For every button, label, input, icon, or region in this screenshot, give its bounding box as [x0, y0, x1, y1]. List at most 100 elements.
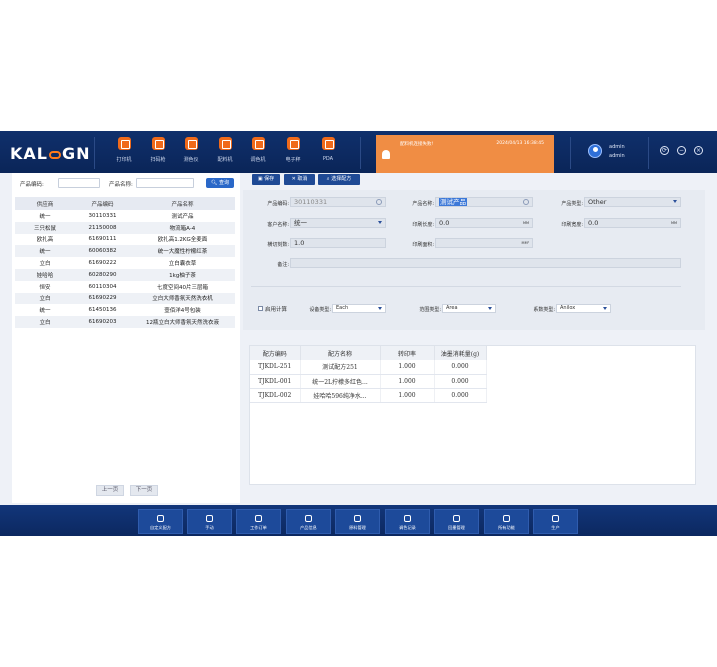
range-type-select[interactable]: Area — [442, 304, 496, 313]
product-type-label: 产品类型: — [561, 201, 583, 207]
topnav-printer[interactable]: 打印机 — [106, 137, 142, 163]
enable-calc-checkbox[interactable] — [258, 306, 263, 311]
scanner-icon — [151, 137, 165, 150]
refresh-icon[interactable]: ⟳ — [660, 146, 669, 155]
column-header: 油墨消耗量(g) — [434, 346, 487, 360]
column-header: 配方名称 — [300, 346, 381, 360]
divider — [94, 137, 95, 169]
search-icon: ⌕ — [326, 176, 330, 182]
table-header: 供应商 产品编码 产品名称 — [15, 197, 235, 210]
customer-select[interactable]: 统一 — [290, 218, 386, 228]
cut-count-label: 横切刻数: — [267, 242, 289, 248]
table-row[interactable]: 统一 60060382 统一大魔性柠檬红茶 — [15, 245, 235, 258]
table-row[interactable]: 统一 30110331 测试产品 — [15, 210, 235, 222]
table-row[interactable]: TJKDL-002 娃哈哈596纯净水... 1.000 0.000 — [250, 388, 487, 403]
column-header: 产品编码 — [75, 197, 130, 210]
user-role: admin — [609, 153, 625, 159]
minimize-icon[interactable]: − — [677, 146, 686, 155]
cancel-button[interactable]: ✕ 取消 — [284, 174, 315, 185]
avatar[interactable] — [588, 144, 602, 158]
table-row[interactable]: 统一 61450136 壹佰洋4号包装 — [15, 304, 235, 316]
product-name-search-input[interactable] — [136, 178, 194, 188]
lookup-icon — [523, 199, 529, 205]
divider — [251, 286, 681, 287]
remark-field[interactable] — [290, 258, 681, 268]
table-row[interactable]: 立白 61690203 12瓶立白大师香氛天然洗衣液 — [15, 316, 235, 328]
cut-count-field[interactable]: 1.0 — [290, 238, 386, 248]
topnav-tinter[interactable]: 调色机 — [240, 137, 276, 163]
product-code-label: 产品编码: — [267, 201, 289, 207]
enable-calc-label: 启用计算 — [265, 307, 288, 313]
pda-icon — [321, 137, 335, 150]
topnav-scanner[interactable]: 扫码枪 — [140, 137, 176, 163]
print-area-field[interactable]: MM² — [435, 238, 533, 248]
column-header: 转印率 — [380, 346, 435, 360]
nav-material[interactable]: 原料管理 — [335, 509, 380, 534]
product-form: 产品编码: 30110331 产品名称: 测试产品 产品类型: Other 客户… — [243, 190, 705, 330]
nav-ink-return[interactable]: 回墨管理 — [434, 509, 479, 534]
notification-banner[interactable]: 配料机连接失败! 2024/04/13 16:38:45 — [376, 135, 554, 175]
recipe-list: 配方编码 配方名称 转印率 油墨消耗量(g) TJKDL-251 测试配方251 1… — [249, 345, 696, 485]
product-name-field[interactable]: 测试产品 — [435, 197, 533, 207]
product-type-select[interactable]: Other — [584, 197, 681, 207]
table-row[interactable]: 立白 61690229 立白大师香氛天然洗衣机 — [15, 292, 235, 305]
nav-custom-recipe[interactable]: 自定义配方 — [138, 509, 183, 534]
customer-label: 客户名称: — [267, 222, 289, 228]
table-row[interactable]: 立白 61690222 立白囊衣草 — [15, 257, 235, 269]
save-button[interactable]: ▣ 保存 — [252, 174, 280, 185]
nav-all-functions[interactable]: 所有功能 — [484, 509, 529, 534]
select-recipe-button[interactable]: ⌕ 选择配方 — [318, 174, 360, 185]
topnav-scale[interactable]: 电子秤 — [275, 137, 311, 163]
notification-title: 配料机连接失败! — [400, 142, 434, 147]
topnav-pda[interactable]: PDA — [310, 137, 346, 162]
nav-product-info[interactable]: 产品信息 — [286, 509, 331, 534]
nav-production[interactable]: 生产 — [533, 509, 578, 534]
table-row[interactable]: 欧扎高 61690111 欧扎高1.2KG全麦面 — [15, 234, 235, 246]
table-row[interactable]: TJKDL-001 统一2L拧檬多红色... 1.000 0.000 — [250, 374, 487, 389]
recycle-icon — [453, 515, 460, 522]
dispenser-icon — [218, 137, 232, 150]
nav-work-order[interactable]: 工作订单 — [236, 509, 281, 534]
next-page-button[interactable]: 下一页 — [130, 485, 158, 496]
print-width-field[interactable]: 0.0 MM — [584, 218, 681, 228]
query-button[interactable]: 🔍︎ 查询 — [206, 178, 234, 188]
print-length-field[interactable]: 0.0 MM — [435, 218, 533, 228]
lookup-icon — [376, 199, 382, 205]
divider — [570, 137, 571, 169]
search-icon: 🔍︎ — [211, 180, 218, 186]
table-row[interactable]: TJKDL-251 测试配方251 1.000 0.000 — [250, 360, 487, 375]
table-row[interactable]: 恒安 60110304 七度空间40片三层箱 — [15, 281, 235, 293]
chevron-down-icon — [673, 200, 677, 203]
prev-page-button[interactable]: 上一页 — [96, 485, 124, 496]
person-icon — [206, 515, 213, 522]
recipe-table: 配方编码 配方名称 转印率 油墨消耗量(g) TJKDL-251 测试配方251 1… — [250, 346, 487, 403]
brand-logo: KAL GN — [10, 144, 91, 163]
nav-tint-records[interactable]: 调色记录 — [385, 509, 430, 534]
document-icon — [255, 515, 262, 522]
print-area-label: 印刷面积: — [412, 242, 434, 248]
device-type-select[interactable]: Each — [332, 304, 386, 313]
close-icon[interactable]: × — [694, 146, 703, 155]
topnav-colorimeter[interactable]: 测色仪 — [173, 137, 209, 163]
chevron-down-icon — [378, 307, 382, 310]
product-name-label: 产品名称: — [109, 182, 133, 188]
product-code-field[interactable]: 30110331 — [290, 197, 386, 207]
product-list-panel: 产品编码: 产品名称: 🔍︎ 查询 供应商 产品编码 产品名称 统一 301103… — [12, 173, 240, 503]
divider — [648, 137, 649, 169]
table-row[interactable]: 娃哈哈 60280290 1kg柚子茶 — [15, 268, 235, 281]
nav-manual[interactable]: 手动 — [187, 509, 232, 534]
tinter-icon — [251, 137, 265, 150]
top-bar: KAL GN 打印机 扫码枪 测色仪 配料机 调色机 电子秤 PDA 配料机连接失… — [0, 131, 717, 175]
table-row[interactable]: 三只松鼠 21150008 物流箱A-4 — [15, 221, 235, 234]
coef-type-select[interactable]: Anilox — [556, 304, 611, 313]
production-icon — [552, 515, 559, 522]
remark-label: 备注: — [277, 262, 289, 268]
printer-icon — [117, 137, 131, 150]
bottom-nav-bar: 自定义配方 手动 工作订单 产品信息 原料管理 调色记录 回墨管理 所有功能 生… — [0, 505, 717, 536]
product-table: 供应商 产品编码 产品名称 统一 30110331 测试产品 三只松鼠 2115000… — [15, 197, 235, 328]
colorimeter-icon — [184, 137, 198, 150]
flask-icon — [157, 515, 164, 522]
calc-options: 启用计算 设备类型: Each 范围类型: Area 系数类型: Anilox — [243, 298, 705, 318]
topnav-dispenser[interactable]: 配料机 — [207, 137, 243, 163]
product-code-search-input[interactable] — [58, 178, 100, 188]
